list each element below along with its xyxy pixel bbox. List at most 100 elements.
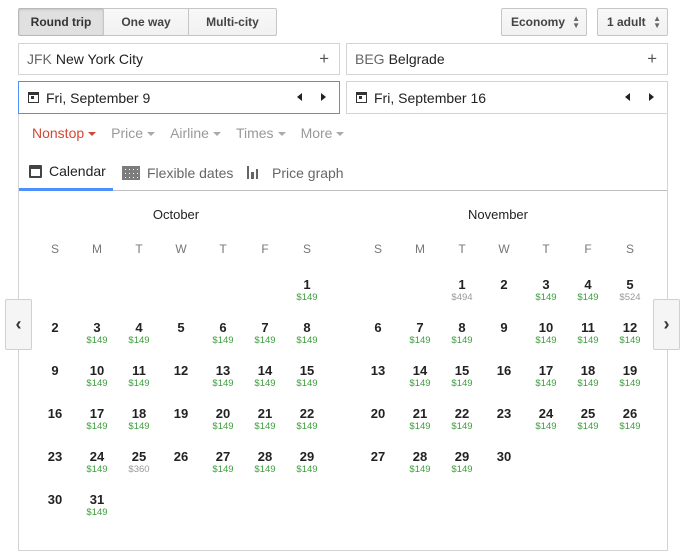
calendar-day[interactable]: 14 $149: [403, 364, 437, 390]
calendar-day[interactable]: 25 $149: [571, 407, 605, 433]
calendar-day[interactable]: 3 $149: [529, 278, 563, 304]
calendar-day[interactable]: 28 $149: [248, 450, 282, 476]
one-way-button[interactable]: One way: [103, 8, 189, 36]
tab-calendar[interactable]: Calendar: [19, 154, 113, 191]
calendar-day[interactable]: 22 $149: [445, 407, 479, 433]
calendar-day[interactable]: 5: [164, 321, 198, 335]
calendar-day[interactable]: 10 $149: [529, 321, 563, 347]
calendar-day[interactable]: 1 $149: [290, 278, 324, 304]
depart-date-field[interactable]: Fri, September 9: [18, 81, 340, 114]
origin-field[interactable]: JFK New York City +: [18, 43, 340, 75]
calendar-day[interactable]: 8 $149: [290, 321, 324, 347]
day-number: 1: [458, 277, 466, 292]
return-next-day-icon[interactable]: [649, 93, 654, 101]
day-price: $149: [577, 292, 599, 303]
filter-nonstop[interactable]: Nonstop: [32, 125, 97, 141]
calendar-day[interactable]: 2: [38, 321, 72, 335]
calendar-day[interactable]: 30: [38, 493, 72, 507]
filter-times[interactable]: Times: [236, 125, 286, 141]
calendar-day[interactable]: 21 $149: [403, 407, 437, 433]
return-date-field[interactable]: Fri, September 16: [346, 81, 668, 114]
tab-label: Calendar: [49, 163, 106, 179]
calendar-day[interactable]: 18 $149: [122, 407, 156, 433]
filter-label: Nonstop: [32, 125, 85, 141]
depart-prev-day-icon[interactable]: [297, 93, 302, 101]
calendar-day[interactable]: 13: [361, 364, 395, 378]
calendar-day[interactable]: 8 $149: [445, 321, 479, 347]
calendar-day[interactable]: 9: [38, 364, 72, 378]
calendar-day[interactable]: 18 $149: [571, 364, 605, 390]
calendar-day[interactable]: 20 $149: [206, 407, 240, 433]
depart-next-day-icon[interactable]: [321, 93, 326, 101]
day-price: $149: [212, 335, 234, 346]
calendar-day[interactable]: 27: [361, 450, 395, 464]
next-month-button[interactable]: ›: [653, 299, 680, 350]
calendar-day[interactable]: 16: [487, 364, 521, 378]
calendar-day[interactable]: 4 $149: [122, 321, 156, 347]
day-price: $149: [296, 292, 318, 303]
calendar-day[interactable]: 11 $149: [571, 321, 605, 347]
calendar-day[interactable]: 13 $149: [206, 364, 240, 390]
calendar-day[interactable]: 26 $149: [613, 407, 647, 433]
prev-month-button[interactable]: ‹: [5, 299, 32, 350]
multi-city-button[interactable]: Multi-city: [188, 8, 277, 36]
calendar-day[interactable]: 19 $149: [613, 364, 647, 390]
return-prev-day-icon[interactable]: [625, 93, 630, 101]
calendar-day[interactable]: 11 $149: [122, 364, 156, 390]
calendar-day[interactable]: 24 $149: [529, 407, 563, 433]
calendar-day[interactable]: 26: [164, 450, 198, 464]
day-price: $149: [535, 378, 557, 389]
day-number: 20: [370, 406, 386, 421]
filter-price[interactable]: Price: [111, 125, 156, 141]
calendar-day[interactable]: 31 $149: [80, 493, 114, 519]
destination-city: Belgrade: [388, 51, 445, 67]
calendar-day[interactable]: 20: [361, 407, 395, 421]
calendar-day[interactable]: 15 $149: [445, 364, 479, 390]
day-number: 21: [412, 406, 428, 421]
calendar-day[interactable]: 23: [487, 407, 521, 421]
calendar-day[interactable]: 14 $149: [248, 364, 282, 390]
round-trip-button[interactable]: Round trip: [18, 8, 104, 36]
filter-more[interactable]: More: [301, 125, 345, 141]
calendar-day[interactable]: 25 $360: [122, 450, 156, 476]
passengers-select[interactable]: 1 adult ▲ ▼: [597, 8, 668, 36]
day-number: 29: [454, 449, 470, 464]
calendar-day[interactable]: 29 $149: [445, 450, 479, 476]
calendar-day[interactable]: 5 $524: [613, 278, 647, 304]
add-destination-plus-icon[interactable]: +: [647, 49, 657, 69]
filter-airline[interactable]: Airline: [170, 125, 221, 141]
calendar-day[interactable]: 28 $149: [403, 450, 437, 476]
calendar-day[interactable]: 24 $149: [80, 450, 114, 476]
day-number: 15: [299, 363, 315, 378]
calendar-day[interactable]: 12: [164, 364, 198, 378]
day-number: 7: [416, 320, 424, 335]
calendar-day[interactable]: 17 $149: [529, 364, 563, 390]
day-price: $494: [451, 292, 473, 303]
calendar-day[interactable]: 3 $149: [80, 321, 114, 347]
calendar-day[interactable]: 23: [38, 450, 72, 464]
calendar-day[interactable]: 16: [38, 407, 72, 421]
calendar-day[interactable]: 21 $149: [248, 407, 282, 433]
calendar-day[interactable]: 2: [487, 278, 521, 292]
calendar-day[interactable]: 15 $149: [290, 364, 324, 390]
add-origin-plus-icon[interactable]: +: [319, 49, 329, 69]
calendar-day[interactable]: 6 $149: [206, 321, 240, 347]
destination-field[interactable]: BEG Belgrade +: [346, 43, 668, 75]
calendar-day[interactable]: 19: [164, 407, 198, 421]
calendar-day[interactable]: 22 $149: [290, 407, 324, 433]
calendar-day[interactable]: 7 $149: [248, 321, 282, 347]
calendar-day[interactable]: 17 $149: [80, 407, 114, 433]
calendar-day[interactable]: 29 $149: [290, 450, 324, 476]
calendar-day[interactable]: 9: [487, 321, 521, 335]
calendar-day[interactable]: 10 $149: [80, 364, 114, 390]
tab-flexible-dates[interactable]: Flexible dates: [122, 154, 233, 191]
calendar-day[interactable]: 1 $494: [445, 278, 479, 304]
cabin-select[interactable]: Economy ▲ ▼: [501, 8, 587, 36]
calendar-day[interactable]: 6: [361, 321, 395, 335]
calendar-day[interactable]: 7 $149: [403, 321, 437, 347]
calendar-day[interactable]: 12 $149: [613, 321, 647, 347]
calendar-day[interactable]: 4 $149: [571, 278, 605, 304]
calendar-day[interactable]: 30: [487, 450, 521, 464]
tab-price-graph[interactable]: Price graph: [247, 154, 344, 191]
calendar-day[interactable]: 27 $149: [206, 450, 240, 476]
